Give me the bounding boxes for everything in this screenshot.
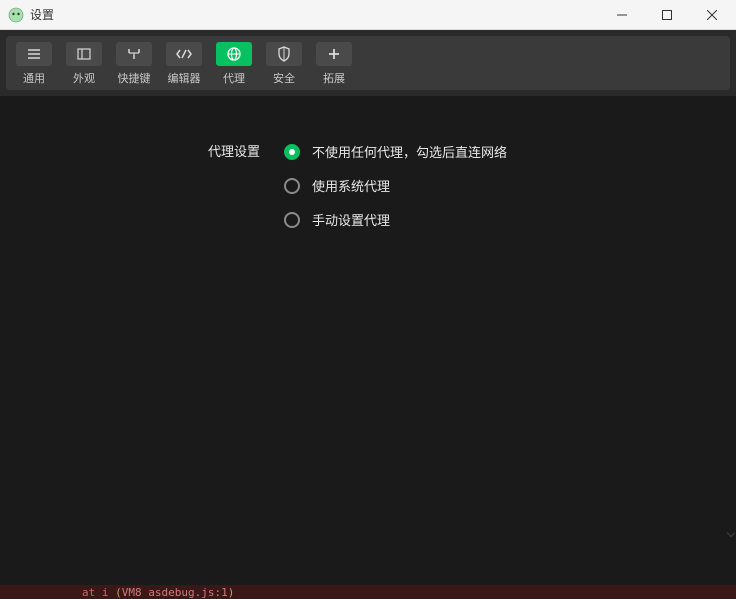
radio-icon: [284, 178, 300, 194]
tab-label: 通用: [23, 70, 45, 86]
window-controls: [599, 0, 734, 29]
keyboard-icon: [126, 47, 142, 61]
tab-editor[interactable]: 编辑器: [166, 42, 202, 86]
proxy-option-manual[interactable]: 手动设置代理: [284, 210, 507, 229]
resize-grip-icon: [727, 529, 735, 537]
settings-content: 代理设置 不使用任何代理，勾选后直连网络 使用系统代理 手动设置代理: [0, 96, 736, 229]
globe-icon: [226, 46, 242, 62]
list-icon: [26, 47, 42, 61]
tab-appearance[interactable]: 外观: [66, 42, 102, 86]
tab-label: 编辑器: [168, 70, 201, 86]
radio-label: 不使用任何代理，勾选后直连网络: [312, 142, 507, 161]
radio-icon: [284, 144, 300, 160]
tab-shortcuts[interactable]: 快捷键: [116, 42, 152, 86]
plus-icon: [327, 47, 341, 61]
console-text: at i (VM8 asdebug.js:1): [82, 586, 234, 599]
proxy-options: 不使用任何代理，勾选后直连网络 使用系统代理 手动设置代理: [284, 142, 507, 229]
shield-icon: [277, 46, 291, 62]
settings-tabs: 通用 外观 快捷键 编辑器 代理: [6, 36, 730, 90]
app-icon: [8, 7, 24, 23]
tab-label: 拓展: [323, 70, 345, 86]
tab-general[interactable]: 通用: [16, 42, 52, 86]
minimize-button[interactable]: [599, 0, 644, 30]
tab-label: 快捷键: [118, 70, 151, 86]
tab-extensions[interactable]: 拓展: [316, 42, 352, 86]
radio-label: 手动设置代理: [312, 210, 390, 229]
layout-icon: [76, 47, 92, 61]
titlebar-left: 设置: [8, 6, 54, 23]
close-button[interactable]: [689, 0, 734, 30]
proxy-section-label: 代理设置: [208, 142, 260, 162]
tab-proxy[interactable]: 代理: [216, 42, 252, 86]
window-title: 设置: [30, 6, 54, 23]
proxy-option-none[interactable]: 不使用任何代理，勾选后直连网络: [284, 142, 507, 161]
tab-label: 安全: [273, 70, 295, 86]
radio-label: 使用系统代理: [312, 176, 390, 195]
maximize-button[interactable]: [644, 0, 689, 30]
proxy-option-system[interactable]: 使用系统代理: [284, 176, 507, 195]
toolbar-wrap: 通用 外观 快捷键 编辑器 代理: [0, 30, 736, 96]
code-icon: [175, 47, 193, 61]
tab-label: 代理: [223, 70, 245, 86]
tab-label: 外观: [73, 70, 95, 86]
radio-icon: [284, 212, 300, 228]
console-strip: at i (VM8 asdebug.js:1): [0, 585, 736, 599]
proxy-setting-row: 代理设置 不使用任何代理，勾选后直连网络 使用系统代理 手动设置代理: [208, 142, 736, 229]
title-bar: 设置: [0, 0, 736, 30]
tab-security[interactable]: 安全: [266, 42, 302, 86]
